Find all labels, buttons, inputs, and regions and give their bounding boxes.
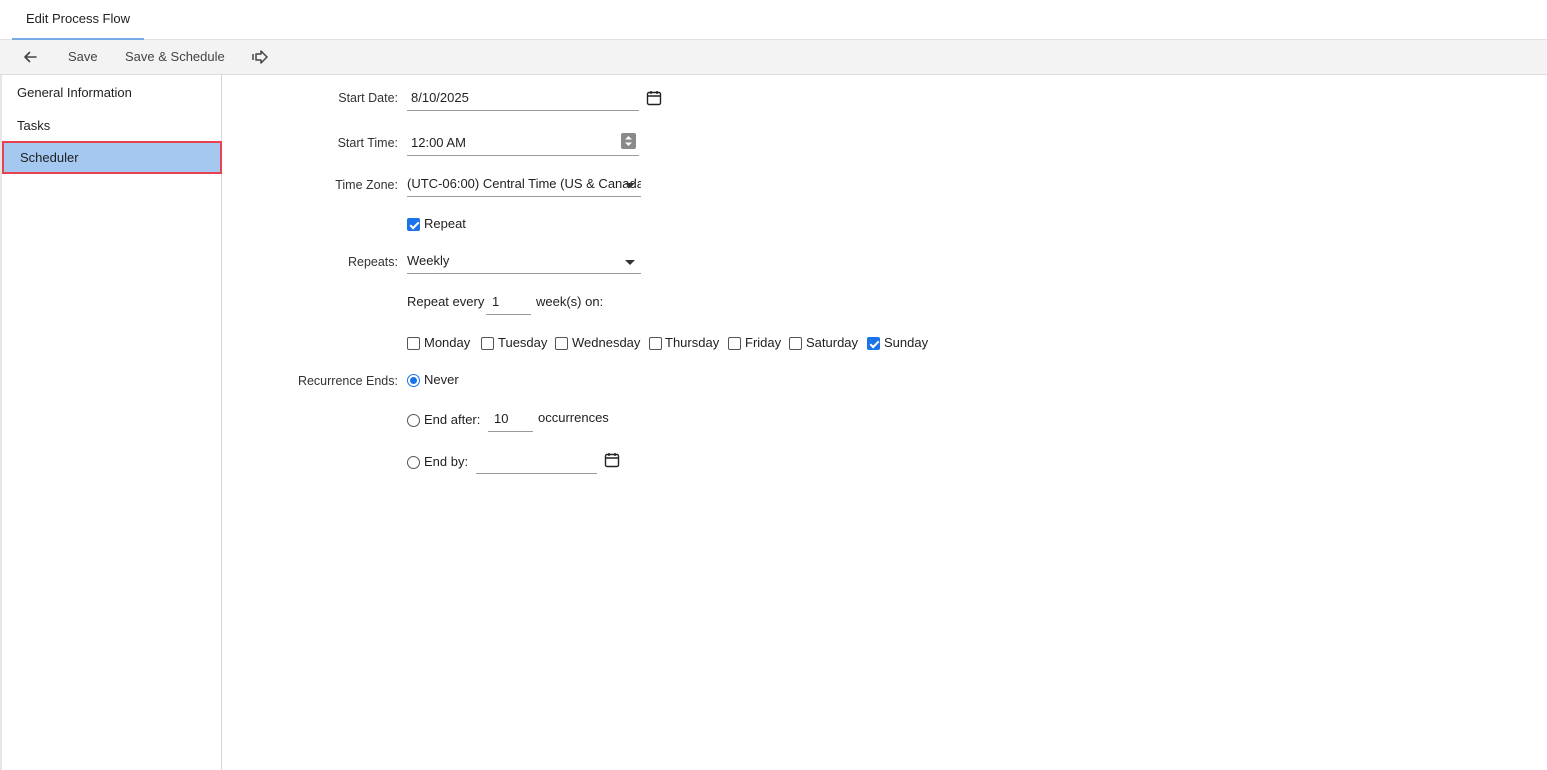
saturday-checkbox[interactable] (789, 337, 802, 350)
friday-checkbox[interactable] (728, 337, 741, 350)
end-after-label: End after: (424, 412, 481, 427)
save-schedule-button[interactable]: Save & Schedule (125, 40, 225, 74)
thursday-checkbox[interactable] (649, 337, 662, 350)
end-by-date-field[interactable] (476, 450, 597, 474)
occurrences-label: occurrences (538, 410, 609, 425)
chevron-down-icon[interactable] (625, 260, 635, 265)
week-on-label: week(s) on: (536, 294, 604, 309)
repeat-every-input[interactable]: 1 (486, 291, 531, 315)
wednesday-label: Wednesday (572, 335, 641, 350)
repeats-label: Repeats: (347, 255, 398, 269)
tuesday-label: Tuesday (498, 335, 548, 350)
tuesday-checkbox[interactable] (481, 337, 494, 350)
end-by-radio[interactable] (407, 456, 420, 469)
start-time-label: Start Time: (337, 136, 398, 150)
sunday-label: Sunday (884, 335, 929, 350)
saturday-label: Saturday (806, 335, 859, 350)
start-time-field[interactable]: 12:00 AM (407, 132, 639, 156)
run-arrow-icon[interactable] (250, 47, 270, 67)
sidebar-item-tasks[interactable]: Tasks (2, 109, 222, 142)
monday-label: Monday (424, 335, 471, 350)
arrow-left-icon[interactable] (20, 47, 40, 67)
save-button[interactable]: Save (68, 40, 98, 74)
calendar-icon[interactable] (604, 452, 620, 468)
monday-checkbox[interactable] (407, 337, 420, 350)
repeats-select[interactable]: Weekly (407, 250, 641, 274)
sidebar: General Information Tasks Scheduler (0, 75, 222, 770)
end-after-input[interactable]: 10 (488, 408, 533, 432)
time-zone-select[interactable]: (UTC-06:00) Central Time (US & Canada) (407, 173, 641, 197)
title-bar: Edit Process Flow (0, 0, 1547, 40)
time-zone-label: Time Zone: (335, 178, 398, 192)
calendar-icon[interactable] (646, 90, 662, 106)
never-label: Never (424, 372, 459, 387)
toolbar: Save Save & Schedule (0, 40, 1547, 75)
start-date-label: Start Date: (338, 91, 398, 105)
sidebar-item-general-information[interactable]: General Information (2, 76, 222, 109)
repeat-label: Repeat (424, 216, 466, 231)
recurrence-ends-label: Recurrence Ends: (297, 374, 398, 388)
start-date-field[interactable]: 8/10/2025 (407, 87, 639, 111)
friday-label: Friday (745, 335, 782, 350)
sidebar-item-scheduler[interactable]: Scheduler (2, 141, 222, 174)
repeats-value: Weekly (407, 253, 450, 268)
chevron-down-icon[interactable] (625, 183, 635, 188)
spinner-icon[interactable] (621, 133, 636, 149)
tab-edit-process-flow[interactable]: Edit Process Flow (12, 0, 144, 40)
end-by-label: End by: (424, 454, 469, 469)
never-radio[interactable] (407, 374, 420, 387)
sunday-checkbox[interactable] (867, 337, 880, 350)
wednesday-checkbox[interactable] (555, 337, 568, 350)
thursday-label: Thursday (665, 335, 720, 350)
end-after-radio[interactable] (407, 414, 420, 427)
time-zone-value: (UTC-06:00) Central Time (US & Canada) (407, 176, 641, 191)
repeat-checkbox[interactable] (407, 218, 420, 231)
repeat-every-label: Repeat every (407, 294, 485, 309)
